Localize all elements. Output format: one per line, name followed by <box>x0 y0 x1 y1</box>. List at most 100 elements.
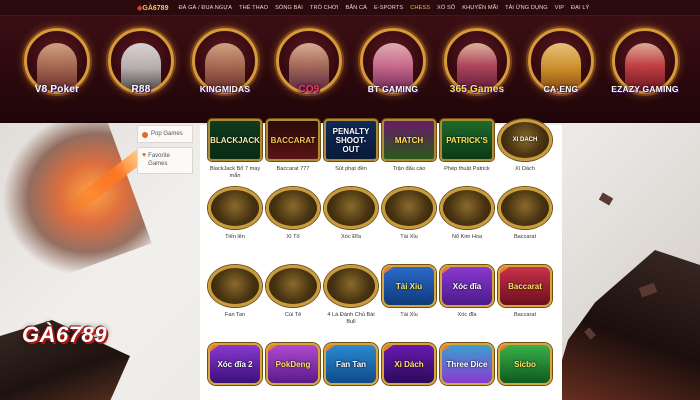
game-thumbnail: Baccarat <box>498 265 552 307</box>
game-tile[interactable]: Sicbo <box>496 343 554 385</box>
nav-item-horse-racing[interactable]: ĐÁ GÀ / ĐUA NGỰA <box>178 5 232 11</box>
game-thumbnail: PENALTY SHOOT-OUT <box>324 119 378 161</box>
game-name: Trận đấu cào <box>392 166 426 172</box>
game-tile[interactable]: Xóc đĩa 2 <box>206 343 264 385</box>
game-tile[interactable]: Three Dice <box>438 343 496 385</box>
game-name: Xì Tố <box>286 234 300 240</box>
nav-item-lottery[interactable]: XỔ SỐ <box>437 5 455 11</box>
nav-item-fishing[interactable]: BẮN CÁ <box>346 5 367 11</box>
game-name: Baccarat <box>513 312 537 318</box>
provider-carousel: V8 Poker R88 KINGMIDAS CQ9 BT GAMING 365… <box>0 16 700 123</box>
game-tile[interactable]: Baccarat Baccarat <box>496 265 554 319</box>
sidebar-item-pop-games[interactable]: Pop Games <box>137 125 193 143</box>
game-tile[interactable]: 4 Lá Đánh Chủ Bài Bull <box>322 265 380 326</box>
provider-ca-eng[interactable]: CA·ENG <box>521 28 601 120</box>
brand-logo: GÀ6789 <box>22 322 107 347</box>
fireball-decoration <box>0 102 152 288</box>
sidebar-item-label: Pop Games <box>151 131 183 137</box>
provider-r88[interactable]: R88 <box>101 28 181 120</box>
heart-icon: ♥ <box>142 152 147 159</box>
game-name: Nổ Kim Hoa <box>451 234 483 240</box>
game-thumbnail <box>440 187 494 229</box>
nav-item-casino[interactable]: SÒNG BÀI <box>275 5 303 11</box>
nav-menu: ĐÁ GÀ / ĐUA NGỰA THỂ THAO SÒNG BÀI TRÒ C… <box>178 5 589 11</box>
sidebar-item-label: Favorite Games <box>148 153 170 167</box>
game-name: Tài Xỉu <box>400 234 418 240</box>
game-thumbnail <box>382 187 436 229</box>
game-tile[interactable]: PokDeng <box>264 343 322 385</box>
game-thumbnail <box>266 187 320 229</box>
game-thumbnail <box>208 265 262 307</box>
game-tile[interactable]: Baccarat <box>496 187 554 241</box>
game-tile[interactable]: PATRICK'S Phép thuật Patrick <box>438 119 496 173</box>
provider-label: CQ9 <box>298 84 320 95</box>
nav-item-sports[interactable]: THỂ THAO <box>239 5 268 11</box>
game-tile[interactable]: Tài Xỉu Tài Xỉu <box>380 265 438 319</box>
game-tile[interactable]: MATCH Trận đấu cào <box>380 119 438 173</box>
game-tile[interactable]: Fan Tan <box>322 343 380 385</box>
provider-ezazy-gaming[interactable]: EZAZY GAMING <box>605 28 685 120</box>
nav-item-agent[interactable]: ĐẠI LÝ <box>571 5 589 11</box>
game-tile[interactable]: Xóc Đĩa <box>322 187 380 241</box>
provider-label: KINGMIDAS <box>199 84 251 94</box>
game-tile[interactable]: Cùi Tê <box>264 265 322 319</box>
game-thumbnail: Fan Tan <box>324 343 378 385</box>
top-navigation: ◆GÀ6789 ĐÁ GÀ / ĐUA NGỰA THỂ THAO SÒNG B… <box>0 0 700 16</box>
shard-decoration <box>598 192 614 206</box>
provider-label: R88 <box>131 84 151 95</box>
game-tile[interactable]: PENALTY SHOOT-OUT Sút phạt đền <box>322 119 380 173</box>
nav-item-chess[interactable]: CHESS <box>410 5 430 11</box>
provider-label: BT GAMING <box>367 84 419 94</box>
game-tile[interactable]: Xì Tố <box>264 187 322 241</box>
provider-label: CA·ENG <box>543 84 579 94</box>
game-tile[interactable]: Tài Xỉu <box>380 187 438 241</box>
game-thumbnail: BACCARAT <box>266 119 320 161</box>
provider-bt-gaming[interactable]: BT GAMING <box>353 28 433 120</box>
nav-item-download-app[interactable]: TẢI ỨNG DỤNG <box>505 5 548 11</box>
game-thumbnail: MATCH <box>382 119 436 161</box>
game-name: 4 Lá Đánh Chủ Bài Bull <box>327 312 375 325</box>
game-tile[interactable]: Tiến lên <box>206 187 264 241</box>
game-tile[interactable]: Fan Tan <box>206 265 264 319</box>
game-thumbnail <box>208 187 262 229</box>
game-tile[interactable]: Xì Dách <box>380 343 438 385</box>
game-thumbnail <box>498 187 552 229</box>
provider-kingmidas[interactable]: KINGMIDAS <box>185 28 265 120</box>
game-thumbnail: Xì Dách <box>382 343 436 385</box>
game-thumbnail <box>324 187 378 229</box>
game-name: Xóc Đĩa <box>341 234 361 240</box>
nav-item-vip[interactable]: VIP <box>555 5 564 11</box>
provider-v8-poker[interactable]: V8 Poker <box>17 28 97 120</box>
game-name: Sút phạt đền <box>335 166 367 172</box>
game-name: Tài Xỉu <box>400 312 418 318</box>
game-tile[interactable]: Xóc đĩa Xóc đĩa <box>438 265 496 319</box>
provider-cq9[interactable]: CQ9 <box>269 28 349 120</box>
game-thumbnail: Sicbo <box>498 343 552 385</box>
game-name: Phép thuật Patrick <box>444 166 490 172</box>
game-thumbnail: PATRICK'S <box>440 119 494 161</box>
game-thumbnail: Xóc đĩa <box>440 265 494 307</box>
game-tile[interactable]: BLACKJACK BlackJack Bổ 7 may mắn <box>206 119 264 180</box>
game-name: Baccarat 777 <box>276 166 310 172</box>
game-tile[interactable]: BACCARAT Baccarat 777 <box>264 119 322 173</box>
nav-item-promotions[interactable]: KHUYẾN MÃI <box>462 5 498 11</box>
game-thumbnail <box>266 265 320 307</box>
nav-item-esports[interactable]: E-SPORTS <box>374 5 403 11</box>
game-name: Baccarat <box>513 234 537 240</box>
game-name: BlackJack Bổ 7 may mắn <box>209 166 261 179</box>
game-thumbnail: Tài Xỉu <box>382 265 436 307</box>
game-thumbnail: Xóc đĩa 2 <box>208 343 262 385</box>
game-thumbnail: Three Dice <box>440 343 494 385</box>
pop-games-icon <box>142 131 148 138</box>
provider-label: V8 Poker <box>34 84 80 95</box>
nav-item-games[interactable]: TRÒ CHƠI <box>310 5 339 11</box>
game-tile[interactable]: Nổ Kim Hoa <box>438 187 496 241</box>
sidebar-item-favorite-games[interactable]: ♥ Favorite Games <box>137 147 193 174</box>
game-thumbnail: XI DACH <box>498 119 552 161</box>
provider-365-games[interactable]: 365 Games <box>437 28 517 120</box>
site-logo[interactable]: ◆GÀ6789 <box>137 4 168 12</box>
game-thumbnail: PokDeng <box>266 343 320 385</box>
game-thumbnail <box>324 265 378 307</box>
game-thumbnail: BLACKJACK <box>208 119 262 161</box>
game-tile[interactable]: XI DACH Xì Dách <box>496 119 554 173</box>
